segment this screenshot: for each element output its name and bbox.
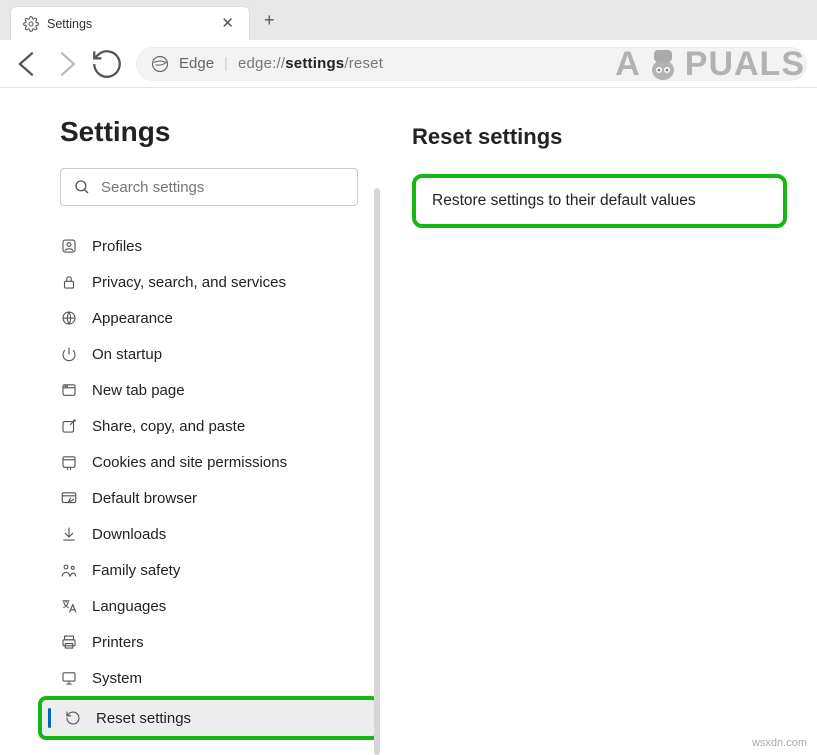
forward-button[interactable] bbox=[50, 47, 84, 81]
image-credit: wsxdn.com bbox=[752, 737, 807, 749]
family-icon bbox=[60, 561, 78, 579]
lock-icon bbox=[60, 273, 78, 291]
sidebar-item-label: Printers bbox=[92, 634, 144, 651]
address-separator: | bbox=[224, 55, 228, 72]
sidebar-item-label: Family safety bbox=[92, 562, 180, 579]
restore-defaults-label: Restore settings to their default values bbox=[432, 192, 696, 209]
profiles-icon bbox=[60, 237, 78, 255]
sidebar-item-label: Appearance bbox=[92, 310, 173, 327]
sidebar-item-power[interactable]: On startup bbox=[38, 336, 380, 372]
sidebar-item-share[interactable]: Share, copy, and paste bbox=[38, 408, 380, 444]
power-icon bbox=[60, 345, 78, 363]
edge-logo-icon bbox=[151, 55, 169, 73]
sidebar-item-label: On startup bbox=[92, 346, 162, 363]
sidebar-item-label: Reset settings bbox=[96, 710, 191, 727]
lang-icon bbox=[60, 597, 78, 615]
system-icon bbox=[60, 669, 78, 687]
page-title: Settings bbox=[60, 116, 358, 148]
main-panel: Reset settings Restore settings to their… bbox=[382, 88, 817, 755]
sidebar-item-label: Default browser bbox=[92, 490, 197, 507]
newtab-icon bbox=[60, 381, 78, 399]
sidebar-item-label: Profiles bbox=[92, 238, 142, 255]
sidebar-item-family[interactable]: Family safety bbox=[38, 552, 380, 588]
sidebar-item-label: Privacy, search, and services bbox=[92, 274, 286, 291]
sidebar-item-newtab[interactable]: New tab page bbox=[38, 372, 380, 408]
sidebar-item-system[interactable]: System bbox=[38, 660, 380, 696]
gear-icon bbox=[23, 16, 39, 32]
sidebar-item-label: Downloads bbox=[92, 526, 166, 543]
search-icon bbox=[73, 178, 91, 196]
tab-title: Settings bbox=[47, 17, 210, 31]
titlebar: Settings ✕ + bbox=[0, 0, 817, 40]
restore-defaults-button[interactable]: Restore settings to their default values bbox=[412, 174, 787, 228]
sidebar-item-lang[interactable]: Languages bbox=[38, 588, 380, 624]
sidebar-item-lock[interactable]: Privacy, search, and services bbox=[38, 264, 380, 300]
sidebar-item-profiles[interactable]: Profiles bbox=[38, 228, 380, 264]
sidebar-item-browser[interactable]: Default browser bbox=[38, 480, 380, 516]
search-input[interactable] bbox=[101, 179, 345, 196]
browser-tab[interactable]: Settings ✕ bbox=[10, 6, 250, 40]
main-title: Reset settings bbox=[412, 124, 787, 150]
browser-icon bbox=[60, 489, 78, 507]
sidebar-item-cookies[interactable]: Cookies and site permissions bbox=[38, 444, 380, 480]
sidebar-item-printer[interactable]: Printers bbox=[38, 624, 380, 660]
content: Settings Profiles Privacy, search, and se… bbox=[0, 88, 817, 755]
address-scheme-label: Edge bbox=[179, 55, 214, 72]
scrollbar[interactable] bbox=[372, 188, 382, 755]
nav-list: Profiles Privacy, search, and services App… bbox=[60, 228, 358, 740]
sidebar-item-label: Cookies and site permissions bbox=[92, 454, 287, 471]
cookies-icon bbox=[60, 453, 78, 471]
sidebar-item-appearance[interactable]: Appearance bbox=[38, 300, 380, 336]
new-tab-button[interactable]: + bbox=[258, 6, 281, 35]
sidebar-item-reset[interactable]: Reset settings bbox=[38, 696, 380, 740]
sidebar-item-label: Languages bbox=[92, 598, 166, 615]
sidebar-item-label: System bbox=[92, 670, 142, 687]
sidebar: Settings Profiles Privacy, search, and se… bbox=[0, 88, 382, 755]
watermark: A PUALS bbox=[615, 44, 805, 84]
download-icon bbox=[60, 525, 78, 543]
appearance-icon bbox=[60, 309, 78, 327]
reset-icon bbox=[64, 709, 82, 727]
sidebar-item-label: Share, copy, and paste bbox=[92, 418, 245, 435]
share-icon bbox=[60, 417, 78, 435]
printer-icon bbox=[60, 633, 78, 651]
sidebar-item-label: New tab page bbox=[92, 382, 185, 399]
sidebar-item-download[interactable]: Downloads bbox=[38, 516, 380, 552]
back-button[interactable] bbox=[10, 47, 44, 81]
search-field[interactable] bbox=[60, 168, 358, 206]
close-icon[interactable]: ✕ bbox=[218, 16, 237, 31]
mascot-icon bbox=[643, 44, 683, 84]
address-url: edge://settings/reset bbox=[238, 55, 383, 72]
refresh-button[interactable] bbox=[90, 47, 124, 81]
